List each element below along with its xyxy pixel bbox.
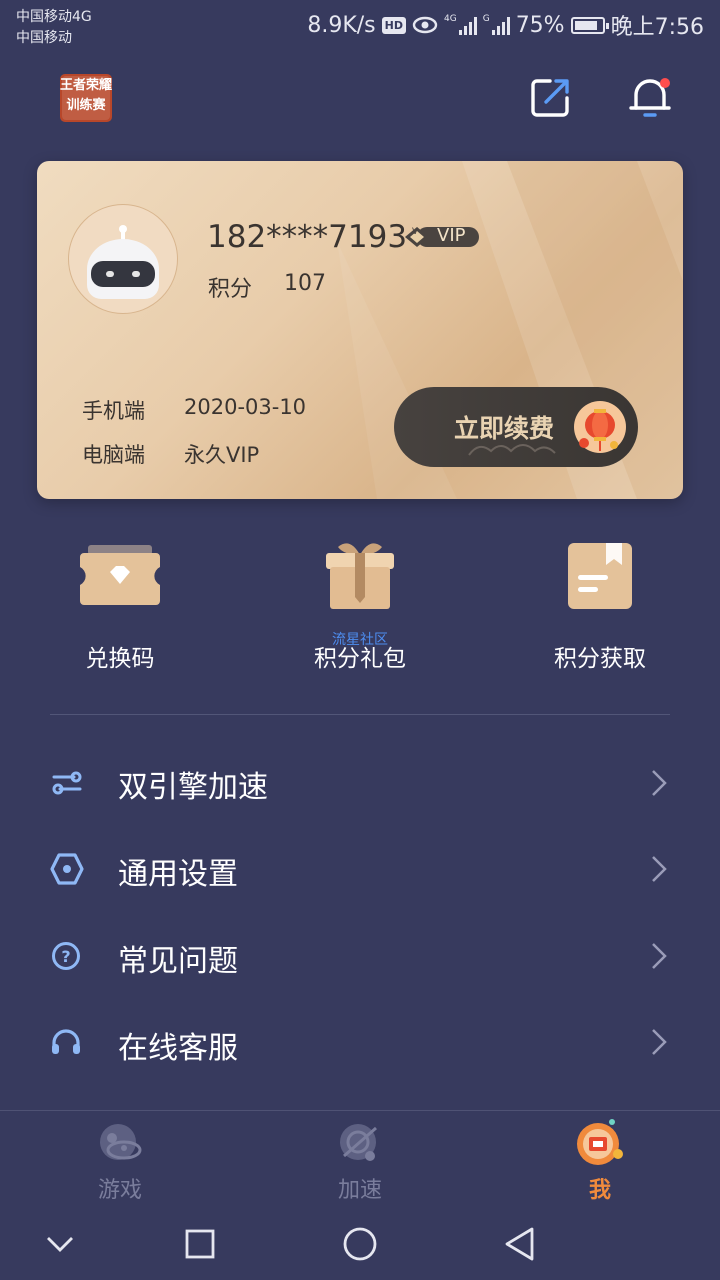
renew-label: 立即续费	[454, 414, 555, 443]
notification-button[interactable]	[626, 74, 676, 122]
menu-label: 常见问题	[118, 944, 238, 979]
nav-back-button[interactable]	[502, 1226, 538, 1262]
square-icon	[185, 1229, 215, 1259]
chevron-right-icon	[652, 856, 667, 882]
battery-icon	[570, 16, 609, 34]
menu-item-dual-engine[interactable]: 双引擎加速	[0, 738, 720, 824]
game-planet-icon	[100, 1124, 142, 1160]
pc-value: 永久VIP	[184, 443, 260, 467]
mobile-expiry: 2020-03-10	[184, 395, 307, 419]
gift-icon	[326, 543, 394, 609]
tab-me[interactable]: 我	[540, 1116, 660, 1206]
carrier-primary: 中国移动4G	[16, 9, 92, 25]
ticket-icon	[80, 545, 160, 605]
lantern-icon	[574, 401, 626, 453]
tab-label: 我	[588, 1178, 611, 1203]
menu-item-general-settings[interactable]: 通用设置	[0, 825, 720, 911]
shortcut-label: 兑换码	[85, 646, 155, 672]
tabbar-divider	[0, 1110, 720, 1111]
network-speed: 8.9K/s	[307, 12, 376, 38]
menu-label: 通用设置	[118, 857, 238, 892]
robot-avatar-icon	[87, 225, 159, 299]
hexagon-settings-icon	[50, 853, 84, 885]
menu-item-faq[interactable]: ? 常见问题	[0, 912, 720, 998]
divider	[50, 714, 670, 715]
back-triangle-icon	[505, 1227, 534, 1261]
menu-label: 双引擎加速	[118, 770, 268, 805]
shortcut-earn-points[interactable]: 积分获取	[520, 535, 680, 675]
mobile-label: 手机端	[82, 399, 145, 423]
tab-label: 游戏	[97, 1178, 142, 1203]
app-logo[interactable]: 王者荣耀 训练赛	[58, 72, 114, 124]
chevron-right-icon	[652, 943, 667, 969]
edit-button[interactable]	[528, 76, 572, 120]
hd-icon: HD	[381, 16, 406, 34]
svg-text:?: ?	[61, 947, 70, 966]
chevron-right-icon	[652, 1029, 667, 1055]
battery-percent: 75%	[515, 12, 565, 38]
boost-planet-icon	[340, 1124, 377, 1161]
points-label: 积分	[208, 277, 253, 302]
status-indicators: 8.9K/s HD 4G G 75% 晚上7:56	[307, 10, 704, 41]
shortcut-label: 积分获取	[554, 646, 646, 672]
shortcut-points-gift[interactable]: 流星社区 积分礼包	[280, 535, 440, 675]
signal-icon-secondary: G	[483, 15, 510, 35]
menu-item-customer-service[interactable]: 在线客服	[0, 999, 720, 1085]
clock: 晚上7:56	[610, 15, 704, 40]
vip-badge: V VIP	[403, 224, 481, 250]
user-phone: 182****7193	[207, 219, 408, 255]
chevron-right-icon	[652, 770, 667, 796]
nav-recents-button[interactable]	[184, 1228, 216, 1260]
chevron-down-icon	[47, 1237, 73, 1252]
pc-label: 电脑端	[82, 443, 145, 467]
me-planet-icon	[577, 1119, 623, 1165]
edit-icon	[531, 79, 569, 117]
vip-card: 182****7193 V VIP 积分 107 手机端 2020-03-10 …	[37, 161, 683, 499]
circle-icon	[343, 1227, 377, 1261]
tab-games[interactable]: 游戏	[60, 1116, 180, 1206]
notebook-icon	[568, 543, 632, 609]
shortcut-label: 积分礼包	[314, 646, 406, 672]
bell-icon	[629, 78, 671, 117]
nav-hide-button[interactable]	[44, 1228, 76, 1260]
carrier-secondary: 中国移动	[16, 30, 72, 46]
signal-icon: 4G	[444, 15, 477, 35]
shortcut-redeem-code[interactable]: 兑换码	[40, 535, 200, 675]
eye-icon	[412, 16, 438, 34]
tab-label: 加速	[337, 1178, 382, 1203]
question-icon: ?	[52, 942, 80, 970]
avatar[interactable]	[68, 204, 178, 314]
menu-label: 在线客服	[118, 1031, 238, 1066]
headset-icon	[52, 1029, 80, 1054]
points-value: 107	[284, 271, 326, 296]
dual-engine-icon	[52, 771, 82, 795]
logo-text: 王者荣耀 训练赛	[59, 78, 112, 113]
tab-boost[interactable]: 加速	[300, 1116, 420, 1206]
nav-home-button[interactable]	[342, 1226, 378, 1262]
renew-button[interactable]: 立即续费	[394, 387, 638, 467]
